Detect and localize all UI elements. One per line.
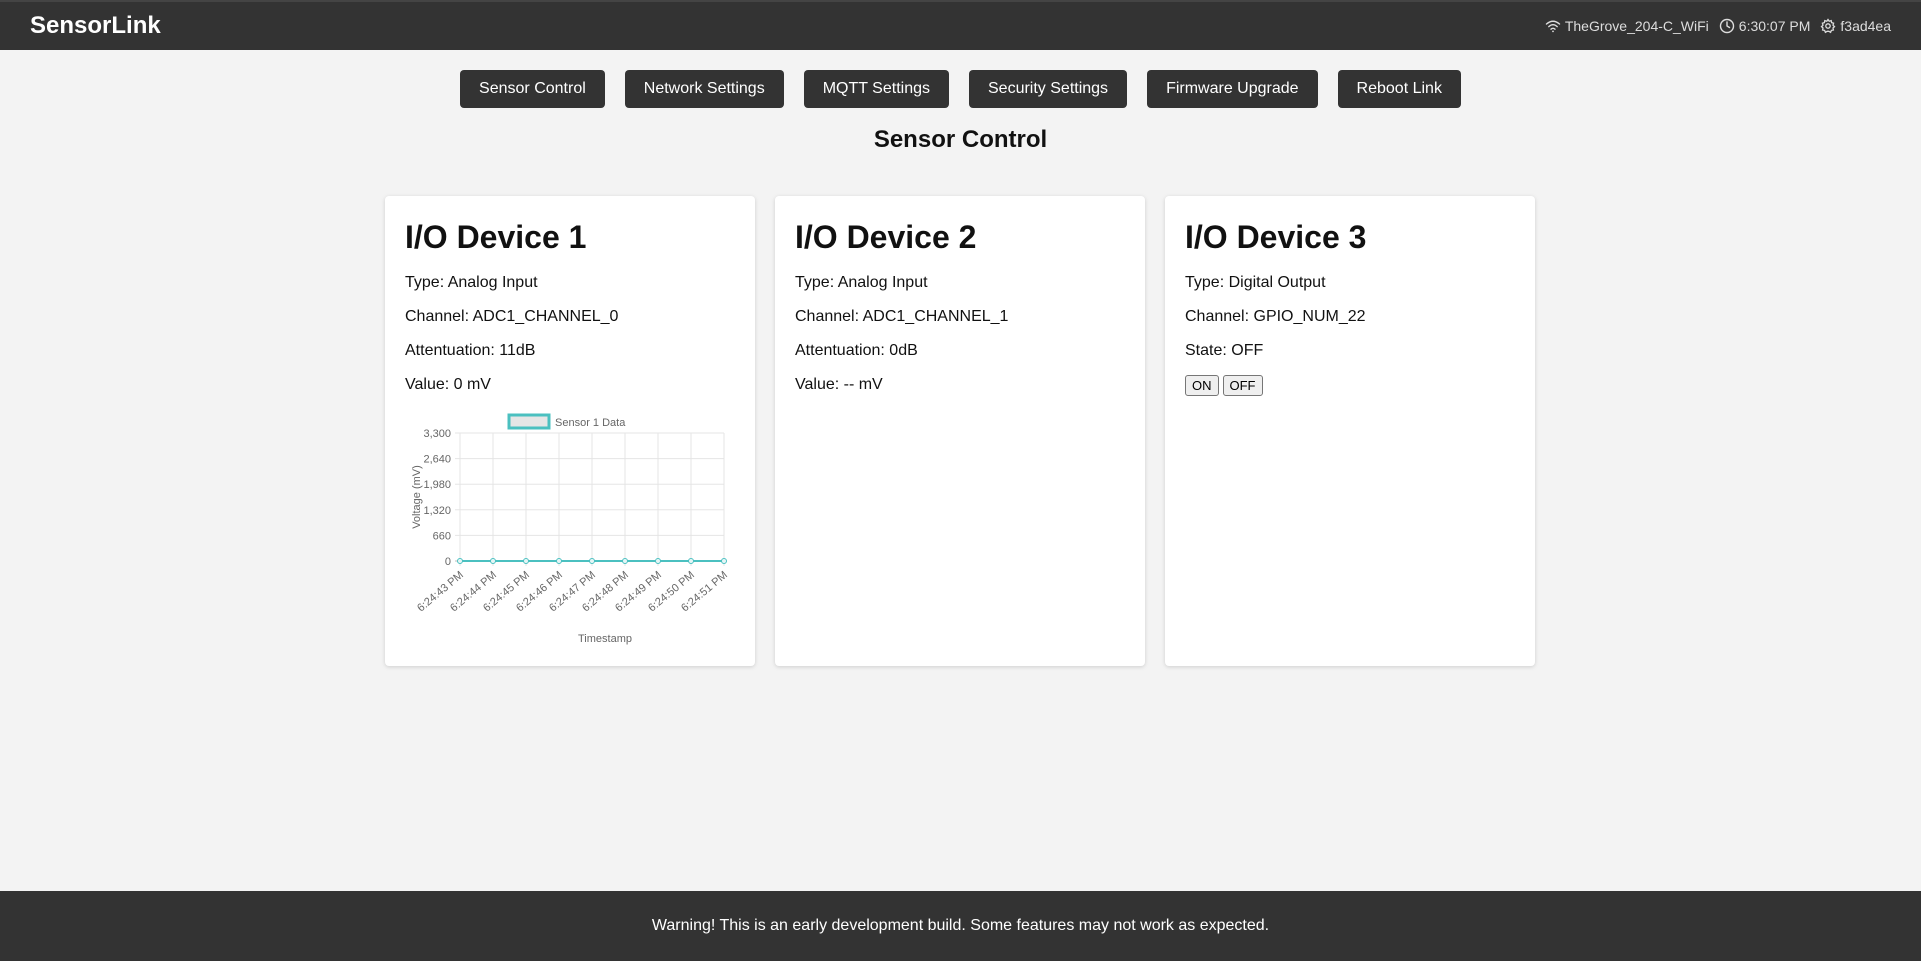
nav-mqtt-settings-button[interactable]: MQTT Settings <box>803 70 949 108</box>
clock-status: 6:30:07 PM <box>1719 18 1811 34</box>
data-point <box>589 558 595 564</box>
app-title: SensorLink <box>30 12 161 39</box>
device-cards: I/O Device 1 Type: Analog Input Channel:… <box>385 196 1535 666</box>
nav-security-settings-button[interactable]: Security Settings <box>969 70 1128 108</box>
y-tick-label: 1,320 <box>423 505 451 517</box>
device-2-title: I/O Device 2 <box>795 219 977 255</box>
device-card-1: I/O Device 1 Type: Analog Input Channel:… <box>385 196 755 666</box>
data-point <box>490 558 496 564</box>
device-3-toggle-group: ON OFF <box>1185 375 1515 396</box>
device-3-title: I/O Device 3 <box>1185 219 1367 255</box>
y-axis-title: Voltage (mV) <box>411 465 423 529</box>
y-tick-label: 2,640 <box>423 454 451 466</box>
clock-icon <box>1719 18 1735 34</box>
sensor-1-chart: 3,3002,6401,9801,32066006:24:43 PM6:24:4… <box>411 413 730 645</box>
device-1-value: Value: 0 mV <box>405 376 491 393</box>
legend-swatch <box>507 413 551 430</box>
wifi-icon <box>1545 18 1561 34</box>
main-nav: Sensor Control Network Settings MQTT Set… <box>0 70 1921 108</box>
device-2-type: Type: Analog Input <box>795 274 928 291</box>
device-1-attenuation: Attentuation: 11dB <box>405 342 536 359</box>
device-id: f3ad4ea <box>1840 18 1891 34</box>
device-2-attenuation: Attentuation: 0dB <box>795 342 918 359</box>
device-1-type: Type: Analog Input <box>405 274 538 291</box>
device-2-channel: Channel: ADC1_CHANNEL_1 <box>795 308 1009 325</box>
device-3-off-button[interactable]: OFF <box>1222 375 1263 396</box>
wifi-status: TheGrove_204-C_WiFi <box>1545 18 1709 34</box>
y-tick-label: 0 <box>445 556 451 568</box>
data-point <box>655 558 661 564</box>
clock-time: 6:30:07 PM <box>1738 18 1811 34</box>
data-point <box>622 558 628 564</box>
page-title: Sensor Control <box>873 126 1048 153</box>
device-3-type: Type: Digital Output <box>1185 274 1326 291</box>
y-tick-label: 3,300 <box>423 428 451 440</box>
device-id-status[interactable]: f3ad4ea <box>1820 18 1891 34</box>
device-card-2: I/O Device 2 Type: Analog Input Channel:… <box>775 196 1145 666</box>
data-point <box>457 558 463 564</box>
legend-label: Sensor 1 Data <box>555 417 626 429</box>
status-area: TheGrove_204-C_WiFi 6:30:07 PM f3ad4ea <box>1545 18 1891 34</box>
device-1-channel: Channel: ADC1_CHANNEL_0 <box>405 308 619 325</box>
data-point <box>721 558 727 564</box>
wifi-ssid: TheGrove_204-C_WiFi <box>1564 18 1709 34</box>
warning-footer: Warning! This is an early development bu… <box>0 891 1921 961</box>
x-axis-title: Timestamp <box>578 633 632 645</box>
data-point <box>556 558 562 564</box>
device-2-value: Value: -- mV <box>795 376 883 393</box>
y-tick-label: 660 <box>433 530 451 542</box>
device-card-3: I/O Device 3 Type: Digital Output Channe… <box>1165 196 1535 666</box>
nav-reboot-link-button[interactable]: Reboot Link <box>1337 70 1461 108</box>
nav-network-settings-button[interactable]: Network Settings <box>624 70 784 108</box>
data-point <box>688 558 694 564</box>
device-3-channel: Channel: GPIO_NUM_22 <box>1185 308 1366 325</box>
gear-icon[interactable] <box>1820 18 1836 34</box>
data-point <box>523 558 529 564</box>
nav-firmware-upgrade-button[interactable]: Firmware Upgrade <box>1147 70 1318 108</box>
nav-sensor-control-button[interactable]: Sensor Control <box>460 70 605 108</box>
device-3-state: State: OFF <box>1185 342 1264 359</box>
y-tick-label: 1,980 <box>423 479 451 491</box>
device-3-on-button[interactable]: ON <box>1185 375 1219 396</box>
device-1-title: I/O Device 1 <box>405 219 587 255</box>
top-bar: SensorLink TheGrove_204-C_WiFi 6:30:07 P… <box>0 0 1921 50</box>
